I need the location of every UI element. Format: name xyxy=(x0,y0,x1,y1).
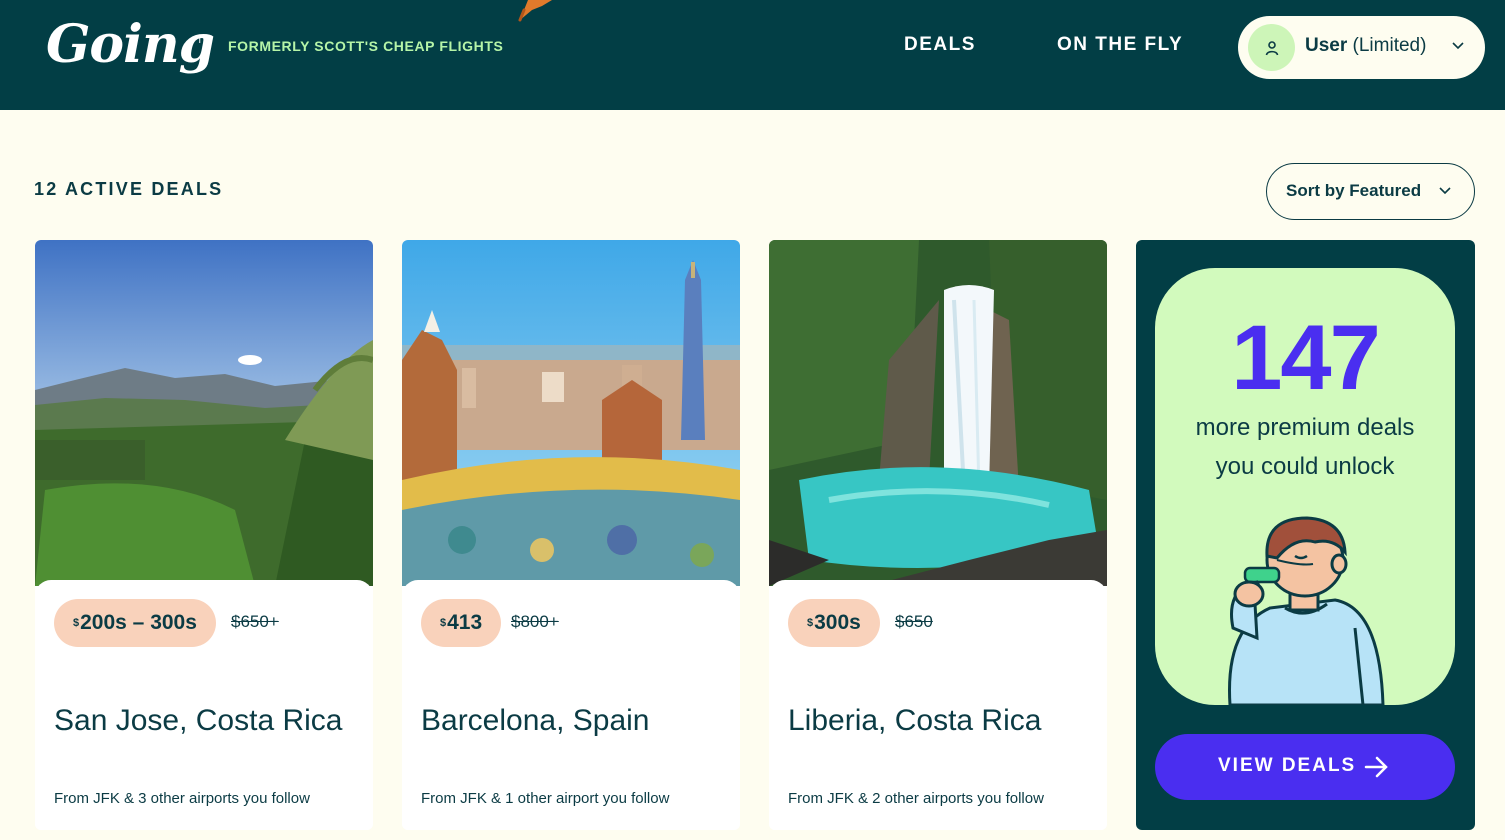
nav-on-the-fly[interactable]: ON THE FLY xyxy=(1057,34,1183,56)
premium-upsell-card: 147 more premium deals you could unlock … xyxy=(1136,240,1475,830)
destination-name: Barcelona, Spain xyxy=(421,704,650,737)
deal-card-body: $300s $650 Liberia, Costa Rica From JFK … xyxy=(769,580,1107,830)
top-header: Going TM FORMERLY SCOTT'S CHEAP FLIGHTS … xyxy=(0,0,1505,110)
mascot-hand-icon xyxy=(518,0,552,22)
deal-price: 413 xyxy=(447,611,483,634)
deal-photo-barcelona xyxy=(402,240,740,586)
sort-dropdown[interactable]: Sort by Featured xyxy=(1266,163,1475,220)
currency-symbol: $ xyxy=(440,617,447,629)
active-deals-count: 12 ACTIVE DEALS xyxy=(34,179,224,199)
person-drinking-illustration xyxy=(1228,516,1385,705)
view-deals-button[interactable]: VIEW DEALS xyxy=(1155,734,1455,800)
premium-description: more premium deals you could unlock xyxy=(1155,408,1455,486)
deal-price: 200s – 300s xyxy=(80,611,197,634)
logo-trademark: TM xyxy=(197,36,211,46)
deal-photo-liberia xyxy=(769,240,1107,586)
deal-card-body: $200s – 300s $650+ San Jose, Costa Rica … xyxy=(35,580,373,830)
destination-name: Liberia, Costa Rica xyxy=(788,704,1042,737)
deal-card[interactable]: $200s – 300s $650+ San Jose, Costa Rica … xyxy=(35,240,373,830)
view-deals-label: VIEW DEALS xyxy=(1218,755,1357,776)
destination-name: San Jose, Costa Rica xyxy=(54,704,343,737)
currency-symbol: $ xyxy=(807,617,814,629)
deal-price-badge: $200s – 300s xyxy=(54,599,216,647)
deal-price-badge: $413 xyxy=(421,599,502,647)
currency-symbol: $ xyxy=(73,617,80,629)
original-price: $800+ xyxy=(511,612,559,631)
arrow-right-icon xyxy=(1364,756,1388,778)
sort-label: Sort by Featured xyxy=(1286,181,1422,200)
deal-card[interactable]: $413 $800+ Barcelona, Spain From JFK & 1… xyxy=(402,240,740,830)
deal-photo-san-jose xyxy=(35,240,373,586)
chevron-down-icon xyxy=(1439,187,1451,195)
nav-deals[interactable]: DEALS xyxy=(904,34,976,56)
premium-deal-count: 147 xyxy=(1231,307,1381,409)
original-price: $650 xyxy=(895,612,933,631)
departure-info: From JFK & 3 other airports you follow xyxy=(54,790,310,807)
original-price: $650+ xyxy=(231,612,279,631)
premium-line-2: you could unlock xyxy=(1215,453,1395,480)
chevron-down-icon xyxy=(1452,42,1464,50)
tagline: FORMERLY SCOTT'S CHEAP FLIGHTS xyxy=(228,38,504,54)
deal-card-body: $413 $800+ Barcelona, Spain From JFK & 1… xyxy=(402,580,740,830)
user-label: User (Limited) xyxy=(1305,35,1426,57)
departure-info: From JFK & 1 other airport you follow xyxy=(421,790,670,807)
deal-price-badge: $300s xyxy=(788,599,880,647)
departure-info: From JFK & 2 other airports you follow xyxy=(788,790,1044,807)
user-avatar xyxy=(1248,24,1295,71)
deal-card[interactable]: $300s $650 Liberia, Costa Rica From JFK … xyxy=(769,240,1107,830)
going-logo[interactable]: Going xyxy=(46,14,215,75)
premium-line-1: more premium deals xyxy=(1195,414,1415,441)
user-menu-button[interactable]: User (Limited) xyxy=(1238,16,1485,79)
user-icon xyxy=(1265,40,1278,55)
user-name: User xyxy=(1305,35,1348,56)
deal-price: 300s xyxy=(814,611,861,634)
user-tier: (Limited) xyxy=(1352,35,1427,56)
premium-panel: 147 more premium deals you could unlock xyxy=(1155,268,1455,705)
